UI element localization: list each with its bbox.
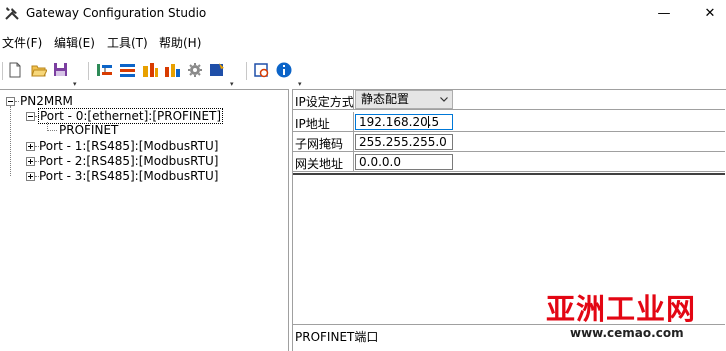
property-label: IP地址 [295,117,330,131]
tree-item-port-2[interactable]: Port - 2:[RS485]:[ModbusRTU] [39,154,218,169]
expand-icon[interactable] [26,142,35,151]
property-grid: IP设定方式 静态配置 IP地址 192.168.20.5 子网掩码 255.2… [293,90,725,175]
menu-bar: 文件(F) 编辑(E) 工具(T) 帮助(H) [0,30,726,54]
info-icon[interactable] [275,61,292,78]
toolbar-overflow-icon-2[interactable]: ▾ [230,81,237,88]
add-port-icon[interactable] [96,61,113,78]
tree-item-profinet[interactable]: PROFINET [59,123,118,138]
menu-tools[interactable]: 工具(T) [107,34,148,51]
menu-edit[interactable]: 编辑(E) [54,34,95,51]
property-label: IP设定方式 [295,95,354,109]
property-row-subnet-mask: 子网掩码 255.255.255.0 [293,132,725,152]
toolbar: ▾ ▾ ▾ [0,56,726,88]
watermark-brand: 亚洲工业网 [546,292,697,326]
grid-divider [353,112,354,132]
download-icon[interactable] [164,61,181,78]
tree-item-port-1[interactable]: Port - 1:[RS485]:[ModbusRTU] [39,139,218,154]
settings-gear-icon[interactable] [186,61,203,78]
property-row-gateway: 网关地址 0.0.0.0 [293,152,725,172]
field-text-after-caret: .5 [427,115,440,129]
watermark-url: www.cemao.com [570,326,684,340]
title-bar: Gateway Configuration Studio — ✕ [0,0,726,28]
tree-connector [47,130,57,132]
grid-divider [353,152,354,172]
grid-divider [353,90,354,110]
tree-connector [15,101,19,103]
open-folder-icon[interactable] [30,61,47,78]
tree-connector [10,106,12,176]
tools-icon [4,5,20,21]
watermark: 亚洲工业网 www.cemao.com [544,286,714,340]
device-tree-pane: PN2MRM Port - 0:[ethernet]:[PROFINET] PR… [0,89,289,351]
collapse-icon[interactable] [6,97,15,106]
toolbar-separator-2 [246,62,247,80]
tree-item-label: Port - 0:[ethernet]:[PROFINET] [37,108,224,124]
description-text: PROFINET端口 [295,330,379,344]
toolbar-overflow-icon[interactable]: ▾ [73,81,80,88]
ip-address-field[interactable]: 192.168.20.5 [355,114,453,130]
tree-item-port-0[interactable]: Port - 0:[ethernet]:[PROFINET] [37,108,224,124]
monitor-icon[interactable] [253,61,270,78]
grid-divider [353,132,354,152]
toolbar-overflow-icon-3[interactable]: ▾ [298,81,305,88]
tree-item-port-3[interactable]: Port - 3:[RS485]:[ModbusRTU] [39,169,218,184]
select-value: 静态配置 [361,92,410,106]
expand-icon[interactable] [26,157,35,166]
tree-root-item[interactable]: PN2MRM [20,94,73,109]
config-icon[interactable] [208,61,225,78]
property-row-ip-address: IP地址 192.168.20.5 [293,112,725,132]
menu-help[interactable]: 帮助(H) [159,34,201,51]
property-row-ip-mode: IP设定方式 静态配置 [293,90,725,110]
toolbar-separator [88,62,89,80]
subnet-mask-field[interactable]: 255.255.255.0 [355,134,453,150]
toolbar-grip [2,62,3,80]
close-button[interactable]: ✕ [694,0,726,28]
property-label: 子网掩码 [295,137,344,151]
field-text-before-caret: 192.168.20 [359,115,428,129]
new-file-icon[interactable] [6,61,23,78]
upload-icon[interactable] [142,61,159,78]
property-label: 网关地址 [295,157,344,171]
window-title: Gateway Configuration Studio [26,6,207,20]
ip-mode-select[interactable]: 静态配置 [355,90,453,109]
menu-file[interactable]: 文件(F) [2,34,42,51]
expand-icon[interactable] [26,172,35,181]
save-icon[interactable] [52,61,69,78]
remove-port-icon[interactable] [119,61,136,78]
collapse-icon[interactable] [26,112,35,121]
minimize-button[interactable]: — [648,0,680,28]
gateway-field[interactable]: 0.0.0.0 [355,154,453,170]
